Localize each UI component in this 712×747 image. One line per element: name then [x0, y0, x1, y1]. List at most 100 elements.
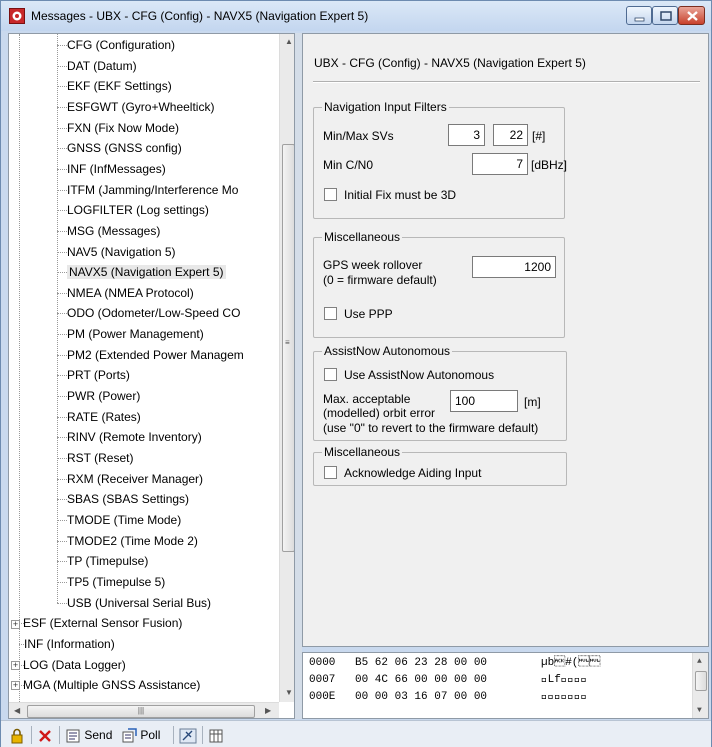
tree-item[interactable]: + ESF (External Sensor Fusion)	[9, 613, 279, 633]
delete-button[interactable]	[37, 725, 53, 745]
tree-item[interactable]: INF (InfMessages)	[9, 159, 279, 179]
tree-connector	[57, 65, 67, 67]
tree-item[interactable]: MSG (Messages)	[9, 221, 279, 241]
use-assistnow-checkbox[interactable]	[324, 368, 337, 381]
tree-item[interactable]: ODO (Odometer/Low-Speed CO	[9, 303, 279, 323]
tree-item-label: CFG (Configuration)	[67, 38, 176, 52]
tree-item[interactable]: INF (Information)	[9, 634, 279, 654]
min-cno-input[interactable]	[472, 153, 528, 175]
max-svs-input[interactable]	[493, 124, 528, 146]
tree-item[interactable]: NAV5 (Navigation 5)	[9, 242, 279, 262]
options-button[interactable]	[208, 725, 224, 745]
scroll-left-icon[interactable]: ◀	[14, 706, 20, 715]
send-icon	[66, 729, 80, 743]
tree-item[interactable]: TMODE2 (Time Mode 2)	[9, 531, 279, 551]
initial-fix-3d-checkbox[interactable]	[324, 188, 337, 201]
tree-item[interactable]: PM (Power Management)	[9, 324, 279, 344]
tree-item-label: TP5 (Timepulse 5)	[67, 574, 166, 589]
use-ppp-checkbox[interactable]	[324, 307, 337, 320]
title-bar[interactable]: Messages - UBX - CFG (Config) - NAVX5 (N…	[1, 1, 711, 31]
gps-week-rollover-label: GPS week rollover	[323, 258, 423, 272]
tree-connector	[57, 292, 67, 294]
pane-splitter[interactable]	[295, 33, 302, 719]
hex-address: 000E	[309, 691, 336, 703]
tree-item[interactable]: PRT (Ports)	[9, 365, 279, 385]
poll-button[interactable]: Poll	[121, 725, 160, 745]
tree-item[interactable]: + LOG (Data Logger)	[9, 655, 279, 675]
hex-dump-view[interactable]: 0000 B5 62 06 23 28 00 00 µb#(   0007 00 4C…	[302, 652, 709, 719]
misc-group-2-label: Miscellaneous	[322, 445, 403, 459]
tree-item[interactable]: LOGFILTER (Log settings)	[9, 200, 279, 220]
gps-week-rollover-hint: (0 = firmware default)	[323, 273, 437, 287]
tree-item-label: INF (InfMessages)	[67, 161, 166, 176]
tree-item[interactable]: NMEA (NMEA Protocol)	[9, 283, 279, 303]
lock-button[interactable]	[9, 725, 25, 745]
tree-item[interactable]: EKF (EKF Settings)	[9, 76, 279, 96]
orbit-error-input[interactable]	[450, 390, 518, 412]
tree-connector	[57, 561, 67, 563]
tree-item[interactable]: USB (Universal Serial Bus)	[9, 593, 279, 613]
tree-item[interactable]: CFG (Configuration)	[9, 35, 279, 55]
tree-item[interactable]: TP (Timepulse)	[9, 551, 279, 571]
app-icon	[9, 8, 25, 24]
tree-connector	[57, 168, 67, 170]
tree-horizontal-thumb[interactable]: |||	[27, 705, 255, 718]
tree-item[interactable]: FXN (Fix Now Mode)	[9, 118, 279, 138]
tree-connector	[57, 86, 67, 88]
tree-item-label: RINV (Remote Inventory)	[67, 430, 202, 445]
message-tree[interactable]: CFG (Configuration) DAT (Datum) EKF (EKF S…	[9, 34, 279, 702]
min-svs-input[interactable]	[448, 124, 485, 146]
grip-icon: ≡	[285, 338, 290, 347]
tree-vertical-thumb[interactable]	[282, 144, 294, 552]
tree-item-label: LOG (Data Logger)	[23, 657, 126, 672]
tree-item-label: LOGFILTER (Log settings)	[67, 203, 209, 218]
tree-item[interactable]: ESFGWT (Gyro+Wheeltick)	[9, 97, 279, 117]
tree-item[interactable]: + MGA (Multiple GNSS Assistance)	[9, 675, 279, 695]
tree-item[interactable]: GNSS (GNSS config)	[9, 138, 279, 158]
auto-poll-button[interactable]	[179, 725, 197, 745]
tree-item[interactable]: TMODE (Time Mode)	[9, 510, 279, 530]
tree-connector	[57, 437, 67, 439]
hex-row[interactable]: 000E 00 00 03 16 07 00 00     	[309, 689, 587, 705]
tree-vertical-scrollbar[interactable]: ▲ ≡ ▼	[279, 34, 294, 702]
tree-item[interactable]: DAT (Datum)	[9, 56, 279, 76]
hex-bytes: 00 4C 66 00 00 00 00	[355, 674, 488, 686]
tree-item[interactable]: NAVX5 (Navigation Expert 5)	[9, 262, 279, 282]
gps-week-rollover-input[interactable]	[472, 256, 556, 278]
nav-input-filters-group: Navigation Input Filters Min/Max SVs [#]…	[313, 100, 567, 219]
maximize-icon	[660, 11, 672, 21]
messages-window: Messages - UBX - CFG (Config) - NAVX5 (N…	[0, 0, 712, 747]
hex-vertical-scrollbar[interactable]: ▲ ▼	[692, 653, 708, 718]
tree-horizontal-scrollbar[interactable]: ◀ ||| ▶	[9, 702, 279, 718]
minimize-button[interactable]	[626, 6, 652, 25]
tree-item[interactable]: PWR (Power)	[9, 386, 279, 406]
tree-item[interactable]: SBAS (SBAS Settings)	[9, 489, 279, 509]
tree-item-label: RST (Reset)	[67, 451, 134, 465]
tree-item[interactable]: RINV (Remote Inventory)	[9, 427, 279, 447]
hex-scroll-up-icon[interactable]: ▲	[697, 657, 702, 666]
tree-item[interactable]: RST (Reset)	[9, 448, 279, 468]
tree-item[interactable]: RATE (Rates)	[9, 407, 279, 427]
tree-item-label: ESF (External Sensor Fusion)	[23, 616, 183, 631]
use-ppp-label: Use PPP	[344, 307, 393, 321]
hex-bytes: B5 62 06 23 28 00 00	[355, 657, 488, 669]
maximize-button[interactable]	[652, 6, 678, 25]
tree-item[interactable]: ITFM (Jamming/Interference Mo	[9, 180, 279, 200]
tree-item-label: PRT (Ports)	[67, 368, 130, 383]
hex-scroll-down-icon[interactable]: ▼	[697, 706, 702, 715]
tree-connector	[57, 396, 67, 398]
scroll-down-icon[interactable]: ▼	[285, 688, 293, 697]
close-button[interactable]	[678, 6, 705, 25]
hex-vertical-thumb[interactable]	[695, 671, 707, 691]
tree-item[interactable]: TP5 (Timepulse 5)	[9, 572, 279, 592]
send-button[interactable]: Send	[65, 725, 112, 745]
acknowledge-aiding-checkbox[interactable]	[324, 466, 337, 479]
hex-row[interactable]: 0007 00 4C 66 00 00 00 00  Lf    	[309, 672, 587, 688]
tree-item-label: DAT (Datum)	[67, 58, 137, 73]
tree-item[interactable]: RXM (Receiver Manager)	[9, 469, 279, 489]
scroll-up-icon[interactable]: ▲	[285, 37, 293, 46]
tree-item[interactable]: PM2 (Extended Power Managem	[9, 345, 279, 365]
tree-connector	[57, 602, 67, 604]
hex-row[interactable]: 0000 B5 62 06 23 28 00 00 µb#(  	[309, 655, 600, 671]
scroll-right-icon[interactable]: ▶	[265, 706, 271, 715]
